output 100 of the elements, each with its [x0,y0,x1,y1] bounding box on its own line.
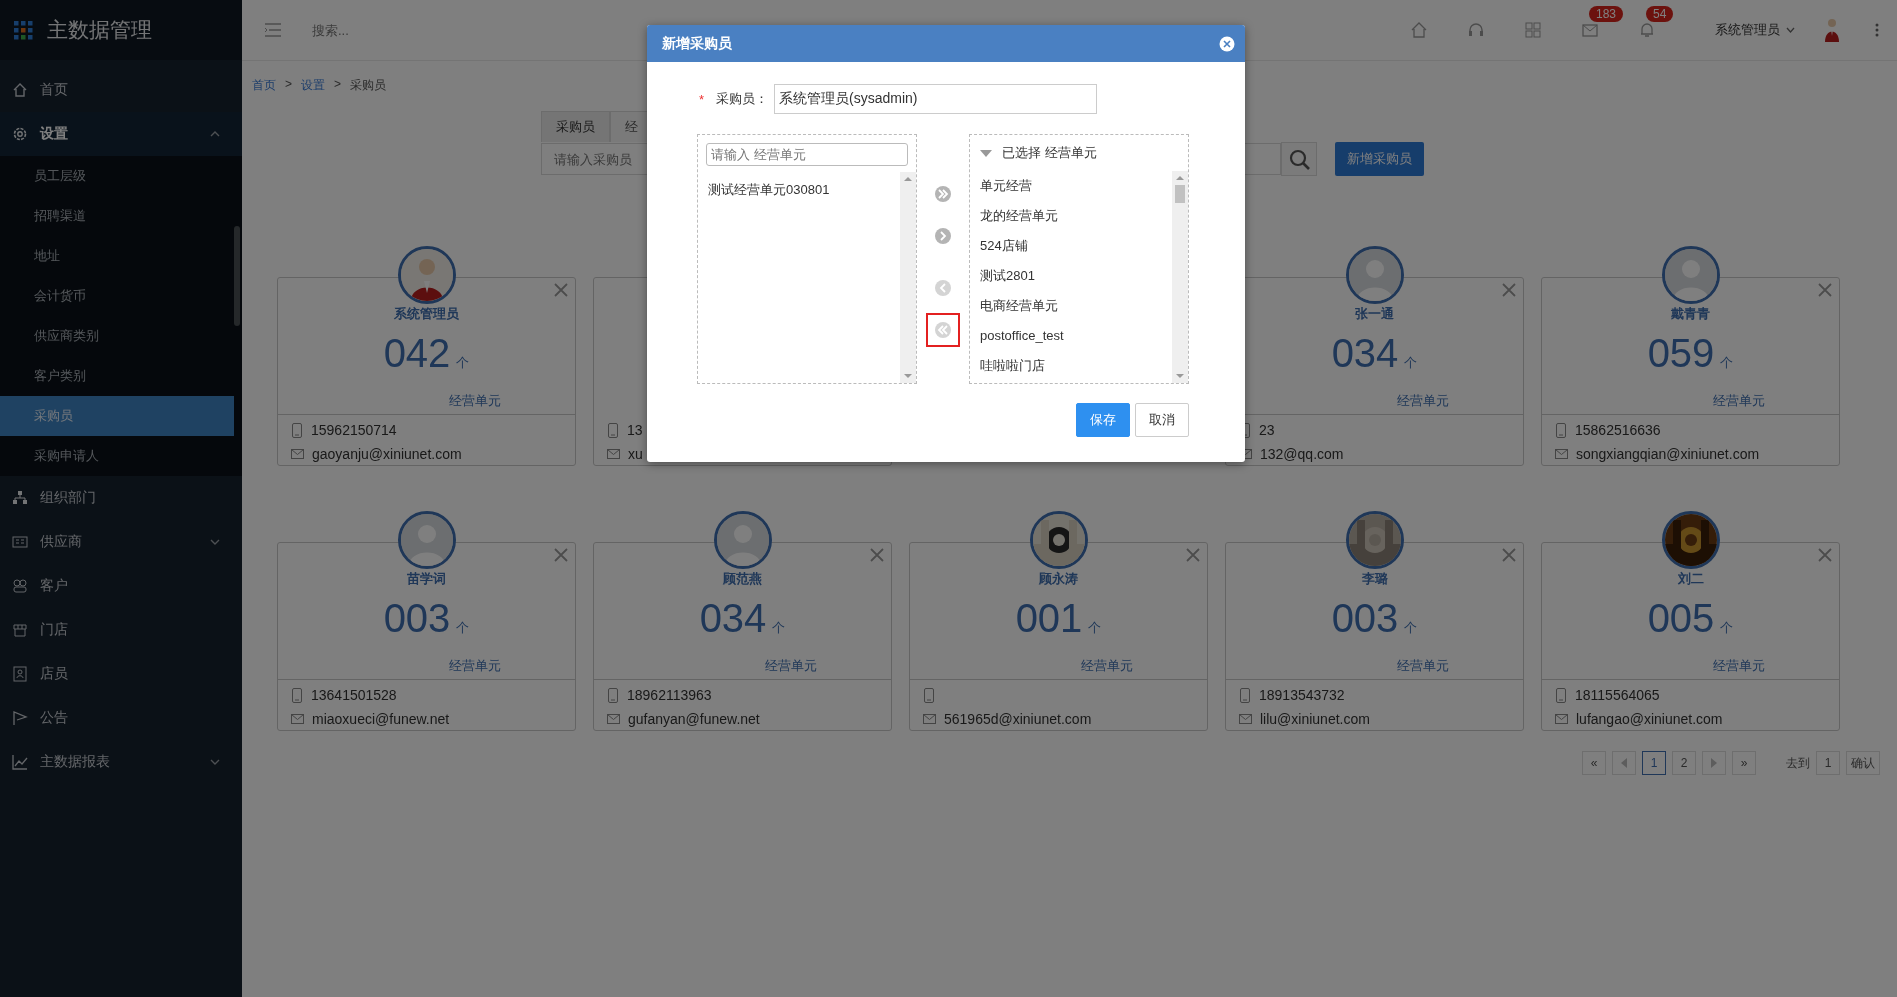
list-item[interactable]: postoffice_test [970,321,1170,351]
buyer-name: 系统管理员 [394,305,459,323]
save-button[interactable]: 保存 [1076,403,1130,437]
list-item[interactable]: 电商经营单元 [970,291,1170,321]
phone-number: 18962113963 [627,687,712,703]
list-item[interactable]: 单元经营 [970,171,1170,201]
phone-number: 23 [1259,422,1275,438]
unit-count: 042 [383,330,451,377]
email-address: gufanyan@funew.net [628,711,760,727]
chevron-left-icon [935,280,951,296]
first-page-button[interactable]: « [1582,751,1606,775]
search-button[interactable] [1281,142,1317,176]
sidebar-item[interactable]: 供应商 [0,520,242,564]
chevron-icon [210,130,220,138]
last-page-button[interactable]: » [1732,751,1756,775]
dialog-title: 新增采购员 [662,34,732,53]
list-item[interactable]: 龙的经营单元 [970,201,1170,231]
sidebar-item[interactable]: 门店 [0,608,242,652]
close-icon[interactable] [554,283,568,297]
sidebar-subitem[interactable]: 招聘渠道 [0,196,234,236]
settings-icon [12,126,28,142]
mail-icon [1555,449,1568,459]
sidebar-subitem[interactable]: 客户类别 [0,356,234,396]
close-icon[interactable] [1502,283,1516,297]
sidebar-subitem[interactable]: 采购员 [0,396,234,436]
close-icon[interactable] [1818,548,1832,562]
close-icon[interactable] [1502,548,1516,562]
expand-triangle-icon[interactable] [980,149,992,157]
bell-icon[interactable] [1638,22,1655,38]
email-address: songxiangqian@xiniunet.com [1576,446,1760,462]
email-address: miaoxueci@funew.net [312,711,450,727]
page-button[interactable]: 2 [1672,751,1696,775]
buyer-name: 顾永涛 [1039,570,1078,588]
phone-number: 15962150714 [311,422,397,438]
sidebar-item[interactable]: 主数据报表 [0,740,242,784]
count-label: 经营单元 [1713,657,1765,675]
avatar-icon [1664,249,1717,301]
email-address: 561965d@xiniunet.com [944,711,1092,727]
email-address: lufangao@xiniunet.com [1576,711,1723,727]
close-icon[interactable] [1219,35,1235,52]
scrollbar[interactable] [1172,171,1188,383]
page-input[interactable]: 1 [1816,751,1840,775]
scrollbar[interactable] [900,172,916,383]
list-item[interactable]: 524店铺 [970,231,1170,261]
unit-count: 005 [1647,595,1715,642]
sidebar-item[interactable]: 设置 [0,112,242,156]
unit-count: 001 [1015,595,1083,642]
count-label: 经营单元 [449,392,501,410]
close-icon[interactable] [870,548,884,562]
contact-card-icon [12,666,28,682]
confirm-button[interactable]: 确认 [1846,751,1880,775]
page-button[interactable]: 1 [1642,751,1666,775]
tab[interactable]: 采购员 [541,111,610,142]
buyer-name: 戴青青 [1671,305,1710,323]
close-icon[interactable] [1186,548,1200,562]
sidebar-item[interactable]: 店员 [0,652,242,696]
menu-icon[interactable] [264,22,282,38]
breadcrumb-link[interactable]: 首页 [252,77,276,97]
search-field[interactable]: 搜索... [310,21,614,39]
grid-icon[interactable] [1524,22,1541,38]
buyer-field[interactable]: 系统管理员(sysadmin) [774,84,1098,114]
sidebar-subitem[interactable]: 采购申请人 [0,436,234,476]
add-buyer-button[interactable]: 新增采购员 [1335,142,1424,176]
scrollbar[interactable] [234,226,240,326]
count-unit: 个 [1720,619,1734,637]
next-page-button[interactable] [1702,751,1726,775]
user-name[interactable]: 系统管理员 [1715,21,1780,39]
list-item[interactable]: 测试2801 [970,261,1170,291]
mail-icon[interactable] [1581,22,1598,38]
count-label: 经营单元 [1397,392,1449,410]
caret-icon[interactable] [1786,27,1795,33]
close-icon[interactable] [1818,283,1832,297]
cancel-button[interactable]: 取消 [1135,403,1189,437]
sidebar-item[interactable]: 客户 [0,564,242,608]
double-chevron-right-icon [935,186,951,202]
person-figure-icon[interactable] [1823,18,1841,42]
breadcrumb-link[interactable]: 设置 [301,77,325,97]
sidebar-item[interactable]: 组织部门 [0,476,242,520]
triangle-left-icon [1620,757,1628,769]
count-label: 经营单元 [1713,392,1765,410]
headset-icon[interactable] [1467,22,1484,38]
previous-page-button[interactable] [1612,751,1636,775]
sidebar-subitem[interactable]: 会计货币 [0,276,234,316]
buyer-name: 刘二 [1677,570,1704,588]
home-icon[interactable] [1410,22,1427,38]
phone-icon [923,687,935,703]
mail-icon [291,714,304,724]
sidebar-item[interactable]: 公告 [0,696,242,740]
close-icon[interactable] [554,548,568,562]
notification-badge: 183 [1589,6,1624,22]
sidebar-subitem[interactable]: 地址 [0,236,234,276]
users-icon [12,578,28,594]
sidebar-subitem[interactable]: 员工层级 [0,156,234,196]
sidebar-subitem[interactable]: 供应商类别 [0,316,234,356]
unit-count: 034 [1331,330,1399,377]
sidebar-item[interactable]: 首页 [0,68,242,112]
filter-field[interactable]: 请输入 经营单元 [706,143,908,166]
phone-icon [1239,687,1251,703]
more-icon[interactable] [1875,23,1879,37]
list-item[interactable]: 哇啦啦门店 [970,351,1170,381]
